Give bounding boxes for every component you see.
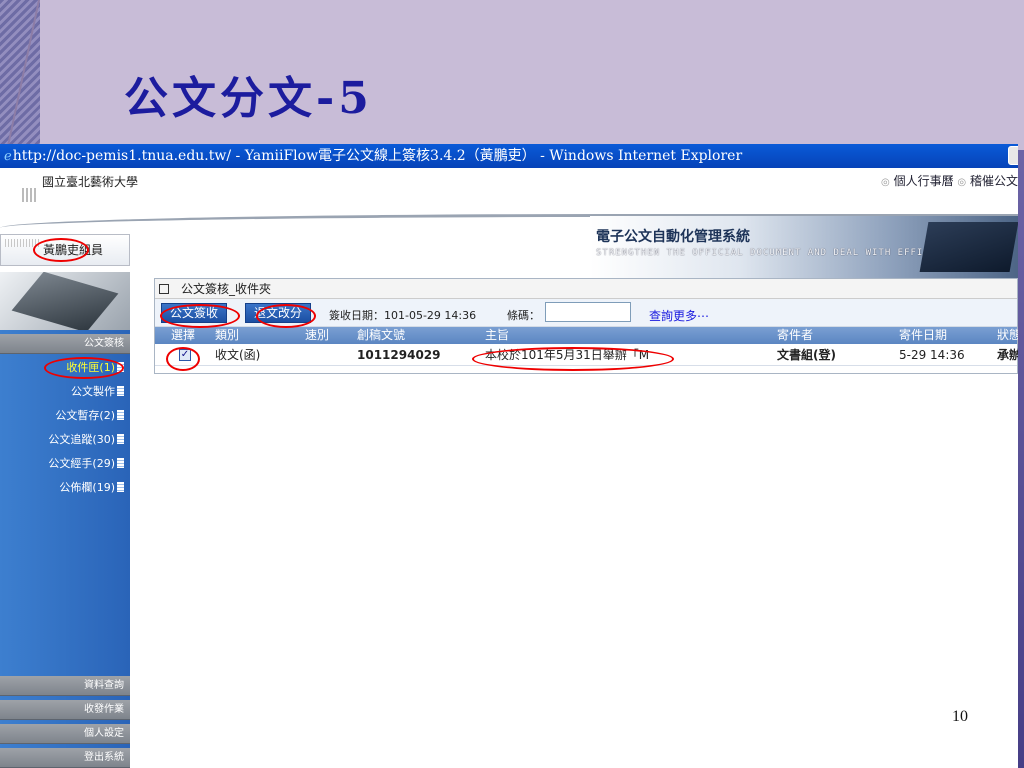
sidebar-item-drafts[interactable]: 公文暫存(2): [55, 406, 124, 426]
sidebar: 公文簽核 收件匣(1) 公文製作 公文暫存(2) 公文追蹤(30) 公文經手(2…: [0, 272, 130, 768]
row-type: 收文(函): [215, 348, 261, 362]
col-doc-no[interactable]: 創稿文號: [357, 327, 405, 344]
highlight-ring: [472, 347, 674, 371]
bullet-icon: ◎: [957, 177, 967, 188]
list-icon: [117, 410, 124, 420]
list-icon: [117, 386, 124, 396]
browser-title: http://doc-pemis1.tnua.edu.tw/ - YamiiFl…: [12, 148, 743, 164]
browser-titlebar: ℯhttp://doc-pemis1.tnua.edu.tw/ - YamiiF…: [0, 144, 1018, 168]
sidebar-item-handled[interactable]: 公文經手(29): [48, 454, 124, 474]
laptop-image: [919, 222, 1018, 272]
sidebar-item-bulletin[interactable]: 公佈欄(19): [59, 478, 124, 498]
panel-checkbox-icon: [159, 284, 169, 294]
col-date[interactable]: 寄件日期: [899, 327, 947, 344]
system-banner: 電子公文自動化管理系統 STRENGTHEN THE OFFICIAL DOCU…: [590, 216, 1018, 278]
barcode-input[interactable]: [545, 302, 631, 322]
highlight-ring: [44, 357, 124, 379]
highlight-ring: [166, 347, 200, 371]
sidebar-section-dispatch[interactable]: 收發作業: [0, 700, 130, 720]
row-status: 承辦: [997, 348, 1018, 362]
slide-number: 10: [952, 708, 968, 725]
banner-title: 電子公文自動化管理系統: [596, 229, 750, 245]
calendar-link[interactable]: 個人行事曆: [894, 174, 954, 188]
row-doc-no: 1011294029: [357, 348, 441, 362]
sidebar-section-query[interactable]: 資料查詢: [0, 676, 130, 696]
sidebar-section-settings[interactable]: 個人設定: [0, 724, 130, 744]
col-subject[interactable]: 主旨: [485, 327, 509, 344]
sign-date: 簽收日期：101-05-29 14:36: [329, 309, 477, 322]
sidebar-item-tracking[interactable]: 公文追蹤(30): [48, 430, 124, 450]
school-logo-icon: [22, 188, 38, 202]
banner-subtitle: STRENGTHEN THE OFFICIAL DOCUMENT AND DEA…: [596, 248, 969, 258]
list-icon: [117, 482, 124, 492]
row-date: 5-29 14:36: [899, 348, 965, 362]
row-sender: 文書組(登): [777, 348, 836, 362]
bullet-icon: ◎: [881, 177, 890, 188]
col-select[interactable]: 選擇: [171, 327, 195, 344]
internet-explorer-icon: ℯ: [4, 149, 12, 164]
slide-title: 公文分文-5: [124, 73, 373, 124]
list-icon: [117, 434, 124, 444]
sidebar-section-logout[interactable]: 登出系統: [0, 748, 130, 768]
col-type[interactable]: 類別: [215, 327, 239, 344]
highlight-ring: [33, 238, 89, 262]
browser-window: ℯhttp://doc-pemis1.tnua.edu.tw/ - YamiiF…: [0, 144, 1018, 768]
highlight-ring: [160, 304, 240, 328]
list-icon: [117, 458, 124, 468]
panel-title-bar: 公文簽核_收件夾: [155, 279, 1017, 299]
sidebar-photo: [0, 272, 130, 330]
urge-docs-link[interactable]: 稽催公文: [970, 174, 1018, 188]
sidebar-section-docs[interactable]: 公文簽核: [0, 334, 130, 354]
more-search-link[interactable]: 查詢更多⋯: [649, 307, 709, 324]
slide-right-band: [1018, 150, 1024, 768]
highlight-ring: [256, 304, 316, 328]
school-name: 國立臺北藝術大學: [42, 175, 139, 189]
top-links: ◎ 個人行事曆 ◎ 稽催公文: [881, 172, 1018, 189]
app-header: 國立臺北藝術大學 ◎ 個人行事曆 ◎ 稽催公文 電子公文自動化管理系統 STRE…: [0, 168, 1018, 278]
barcode-label: 條碼：: [507, 309, 540, 322]
col-speed[interactable]: 速別: [305, 327, 329, 344]
panel-title: 公文簽核_收件夾: [181, 282, 272, 296]
col-sender[interactable]: 寄件者: [777, 327, 813, 344]
sidebar-item-compose[interactable]: 公文製作: [71, 382, 124, 402]
col-status[interactable]: 狀態: [997, 327, 1018, 344]
school-block: 國立臺北藝術大學: [0, 172, 139, 208]
grid-header: 選擇 類別 速別 創稿文號 主旨 寄件者 寄件日期 狀態: [155, 327, 1018, 344]
window-minimize-button[interactable]: [1008, 146, 1018, 165]
